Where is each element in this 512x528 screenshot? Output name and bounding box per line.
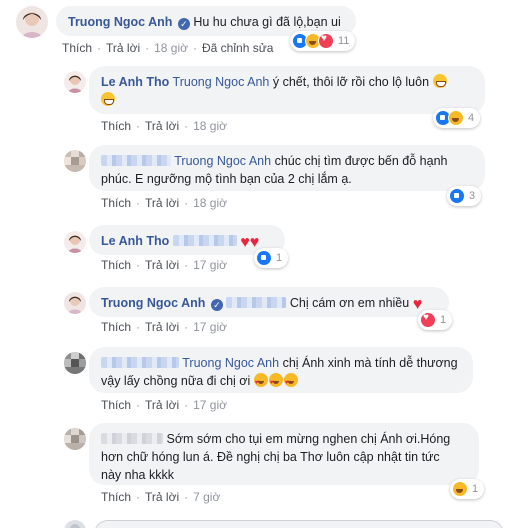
comment-text: phúc. E ngưỡng mộ tình bạn của 2 chị lắm…: [101, 172, 352, 186]
comment-text: vậy lấy chồng nữa đi chị ơi: [101, 374, 251, 388]
comment-text: chúc chị tìm được bến đỗ hạnh: [274, 154, 448, 168]
reply-link[interactable]: Trả lời: [145, 119, 179, 133]
reactions-summary[interactable]: 1: [450, 479, 485, 499]
avatar: [64, 520, 86, 528]
comment-bubble: Sớm sớm cho tụi em mừng nghen chị Ánh ơi…: [89, 423, 479, 485]
mention-link[interactable]: Truong Ngoc Anh: [173, 75, 270, 89]
comment-text: ý chết, thôi lỡ rồi cho lộ luôn: [272, 75, 430, 89]
haha-reaction-icon: [448, 110, 464, 126]
comment-text: Sớm sớm cho tụi em mừng nghen chị Ánh ơi…: [166, 432, 451, 446]
comment-actions: Thích · Trả lời · 18 giờ · Đã chỉnh sửa: [62, 41, 274, 55]
comment-bubble: Truong Ngoc Anh chị Ánh xinh mà tính dễ …: [89, 347, 473, 393]
like-reaction-icon: [256, 250, 272, 266]
timestamp[interactable]: 17 giờ: [193, 258, 227, 272]
love-reaction-icon: [318, 33, 334, 49]
redacted-author: [101, 433, 163, 444]
reply-link[interactable]: Trả lời: [106, 41, 140, 55]
comment-text: này nha kkkk: [101, 468, 174, 482]
reply-link[interactable]: Trả lời: [145, 196, 179, 210]
verified-badge-icon: ✓: [210, 299, 223, 311]
reaction-count: 1: [440, 314, 447, 326]
heart-emoji-icon: ♥: [412, 296, 423, 313]
like-link[interactable]: Thích: [101, 398, 131, 412]
redacted-author: [101, 357, 179, 368]
timestamp[interactable]: 17 giờ: [193, 320, 227, 334]
avatar[interactable]: [64, 352, 86, 374]
comment-actions: Thích · Trả lời · 17 giờ: [101, 398, 227, 412]
haha-reaction-icon: [452, 481, 468, 497]
redacted-mention: [172, 235, 237, 246]
reply-link[interactable]: Trả lời: [145, 320, 179, 334]
avatar[interactable]: [64, 428, 86, 450]
reply-input[interactable]: [94, 520, 504, 528]
like-reaction-icon: [449, 188, 465, 204]
comment-text: chị Ánh xinh mà tính dễ thương: [282, 356, 458, 370]
comment-author[interactable]: Truong Ngoc Anh: [101, 296, 205, 310]
reply-link[interactable]: Trả lời: [145, 398, 179, 412]
reaction-count: 4: [468, 112, 475, 124]
verified-badge-icon: ✓: [177, 18, 190, 30]
reaction-count: 3: [469, 190, 476, 202]
redacted-author: [101, 155, 171, 166]
avatar[interactable]: [64, 150, 86, 172]
comment-bubble: Truong Ngoc Anh chúc chị tìm được bến đỗ…: [89, 145, 485, 191]
reactions-summary[interactable]: 3: [447, 186, 482, 206]
redacted-mention: [226, 297, 287, 308]
reactions-summary[interactable]: 1: [418, 310, 453, 330]
comment-bubble: Truong Ngoc Anh ✓ Chị cám ơn em nhiều ♥: [89, 287, 449, 317]
reaction-count: 1: [472, 483, 479, 495]
heart-eyes-emoji-icon: [283, 373, 298, 392]
comment-actions: Thích · Trả lời · 17 giờ: [101, 320, 227, 334]
heart-eyes-emoji-icon: [253, 373, 268, 392]
like-link[interactable]: Thích: [101, 320, 131, 334]
mention-link[interactable]: Truong Ngoc Anh: [174, 154, 271, 168]
heart-emoji-icon: ♥: [249, 234, 260, 251]
grin-emoji-icon: [432, 74, 447, 88]
comment-author[interactable]: Truong Ngoc Anh: [68, 15, 172, 29]
comment-text: hơn chữ hóng lun á. Đề nghị chị ba Thơ l…: [101, 450, 440, 464]
comment-actions: Thích · Trả lời · 18 giờ: [101, 119, 227, 133]
like-link[interactable]: Thích: [101, 490, 131, 504]
reaction-count: 11: [338, 35, 350, 47]
avatar[interactable]: [16, 6, 48, 38]
reactions-summary[interactable]: 4: [433, 108, 481, 128]
like-link[interactable]: Thích: [62, 41, 92, 55]
love-reaction-icon: [420, 312, 436, 328]
comment-actions: Thích · Trả lời · 7 giờ: [101, 490, 221, 504]
timestamp[interactable]: 18 giờ: [154, 41, 188, 55]
grin-emoji-icon: [101, 92, 115, 106]
comment-text: Chị cám ơn em nhiều: [289, 296, 410, 310]
like-link[interactable]: Thích: [101, 119, 131, 133]
comment-author[interactable]: Le Anh Tho: [101, 75, 169, 89]
mention-link[interactable]: Truong Ngoc Anh: [182, 356, 279, 370]
reactions-summary[interactable]: 1: [254, 248, 289, 268]
edited-link[interactable]: Đã chỉnh sửa: [202, 41, 273, 55]
comment-actions: Thích · Trả lời · 17 giờ: [101, 258, 227, 272]
timestamp[interactable]: 18 giờ: [193, 119, 227, 133]
comment-bubble: Le Anh Tho Truong Ngoc Anh ý chết, thôi …: [89, 66, 485, 114]
timestamp[interactable]: 17 giờ: [193, 398, 227, 412]
timestamp[interactable]: 18 giờ: [193, 196, 227, 210]
reply-link[interactable]: Trả lời: [145, 258, 179, 272]
like-link[interactable]: Thích: [101, 196, 131, 210]
heart-eyes-emoji-icon: [268, 373, 283, 392]
heart-emoji-icon: ♥: [240, 234, 250, 251]
comment-text: Hu hu chưa gì đã lộ,bạn ui: [193, 15, 341, 29]
avatar[interactable]: [64, 292, 86, 314]
timestamp[interactable]: 7 giờ: [193, 490, 220, 504]
reaction-count: 1: [276, 252, 283, 264]
reactions-summary[interactable]: 11: [290, 31, 356, 51]
like-link[interactable]: Thích: [101, 258, 131, 272]
comment-actions: Thích · Trả lời · 18 giờ: [101, 196, 227, 210]
avatar[interactable]: [64, 231, 86, 253]
comment-author[interactable]: Le Anh Tho: [101, 234, 169, 248]
avatar[interactable]: [64, 71, 86, 93]
reply-link[interactable]: Trả lời: [145, 490, 179, 504]
